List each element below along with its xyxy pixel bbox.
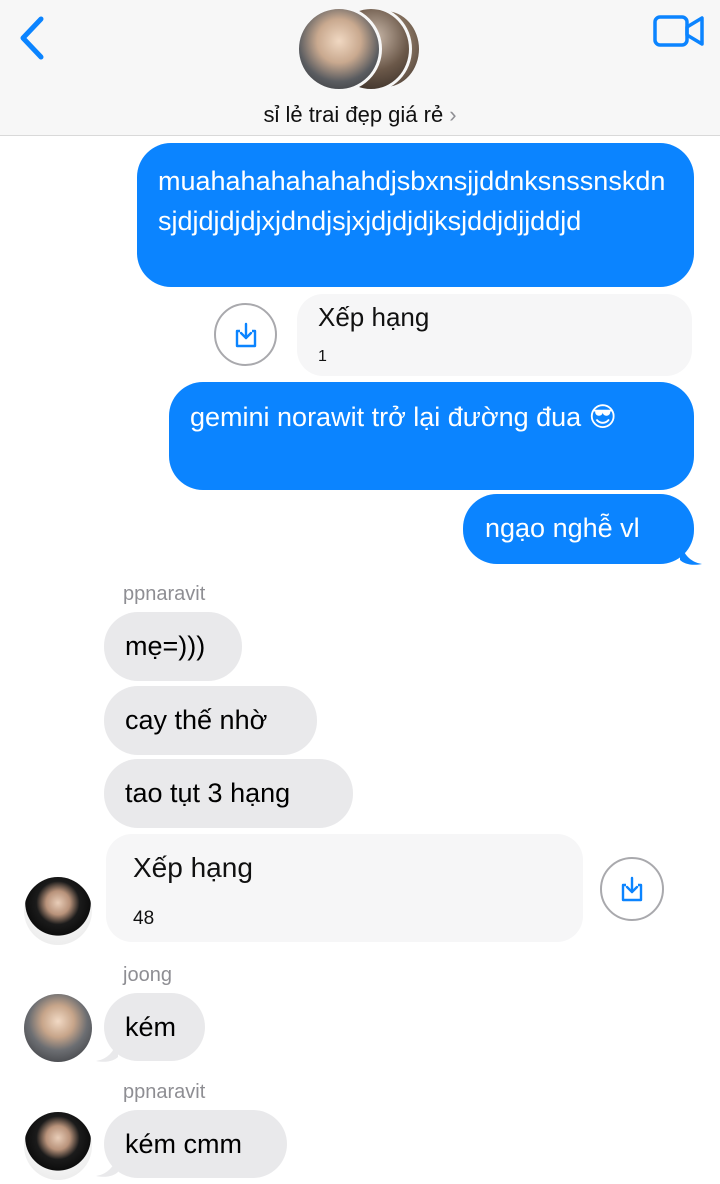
group-avatar[interactable] (296, 6, 426, 92)
chevron-left-icon (20, 16, 44, 60)
download-icon (621, 876, 643, 902)
card-value: 1 (318, 348, 327, 365)
avatar[interactable] (24, 1112, 92, 1180)
outgoing-message[interactable]: gemini norawit trở lại đường đua 😎 (169, 382, 694, 490)
back-button[interactable] (10, 14, 54, 62)
outgoing-message[interactable]: ngạo nghễ vl (463, 494, 694, 564)
card-title: Xếp hạng (133, 852, 253, 883)
bubble-tail (680, 538, 702, 565)
incoming-message[interactable]: kém cmm (104, 1110, 287, 1178)
message-text: kém (125, 1012, 177, 1042)
chevron-right-icon: › (449, 102, 457, 127)
ranking-card[interactable]: Xếp hạng 1 (297, 294, 692, 376)
sender-name: ppnaravit (123, 583, 206, 605)
message-text: muahahahahahahdjsbxnsjjddnksnssnskdnsjdj… (158, 166, 666, 236)
chat-header: sỉ lẻ trai đẹp giá rẻ › (0, 0, 720, 136)
avatar[interactable] (24, 994, 92, 1062)
message-text: gemini norawit trở lại đường đua 😎 (190, 402, 617, 432)
incoming-message[interactable]: cay thế nhờ (104, 686, 317, 755)
outgoing-message[interactable]: muahahahahahahdjsbxnsjjddnksnssnskdnsjdj… (137, 143, 694, 287)
video-camera-icon (653, 15, 704, 47)
card-value: 48 (133, 908, 155, 929)
message-text: cay thế nhờ (125, 705, 268, 735)
download-button[interactable] (214, 303, 277, 366)
sender-name: joong (123, 964, 172, 986)
sender-name: ppnaravit (123, 1081, 206, 1103)
video-call-button[interactable] (652, 12, 706, 52)
incoming-message[interactable]: mẹ=))) (104, 612, 242, 681)
incoming-message[interactable]: tao tụt 3 hạng (104, 759, 353, 828)
member-avatar (296, 6, 382, 92)
bubble-tail (96, 1150, 118, 1177)
card-title: Xếp hạng (318, 302, 430, 332)
message-text: kém cmm (125, 1129, 242, 1159)
download-icon (235, 322, 256, 347)
message-text: tao tụt 3 hạng (125, 778, 291, 808)
download-button[interactable] (600, 857, 664, 921)
group-name-row[interactable]: sỉ lẻ trai đẹp giá rẻ › (0, 100, 720, 130)
bubble-tail (96, 1035, 118, 1062)
message-text: mẹ=))) (125, 631, 206, 661)
message-text: ngạo nghễ vl (485, 513, 640, 543)
incoming-message[interactable]: kém (104, 993, 205, 1061)
ranking-card[interactable]: Xếp hạng 48 (106, 834, 583, 942)
avatar[interactable] (24, 877, 92, 945)
group-name: sỉ lẻ trai đẹp giá rẻ (263, 102, 444, 127)
